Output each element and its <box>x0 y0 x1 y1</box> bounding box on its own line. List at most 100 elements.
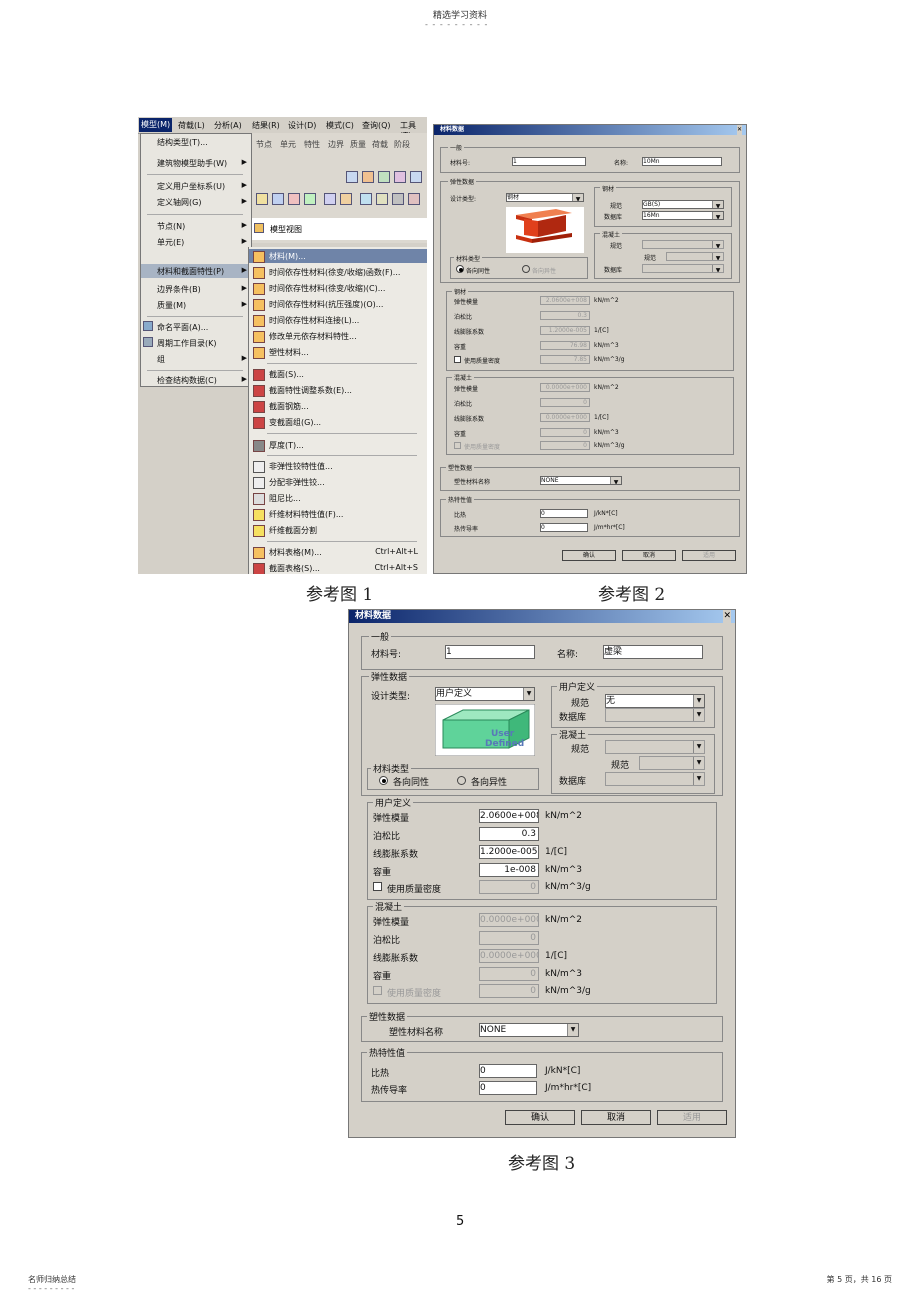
toolbar-icon[interactable] <box>288 193 300 205</box>
toolbar-icon[interactable] <box>324 193 336 205</box>
tab-property[interactable]: 特性 <box>304 139 320 150</box>
c-thermal-input[interactable]: 0.0000e+000 <box>479 949 539 963</box>
name-input[interactable]: 10Mn <box>642 157 722 166</box>
toolbar-icon[interactable] <box>362 171 374 183</box>
database-select[interactable]: 16Mn ▼ <box>642 211 724 220</box>
plastic-name-select[interactable]: NONE ▼ <box>540 476 622 485</box>
toolbar-icon[interactable] <box>392 193 404 205</box>
close-icon[interactable]: ✕ <box>723 610 731 623</box>
submenu-item-strength[interactable]: 时间依存性材料(抗压强度)(O)... <box>269 299 383 310</box>
menu-item-work-directory[interactable]: 周期工作目录(K) <box>157 338 217 349</box>
submenu-item-damping[interactable]: 阻尼比... <box>269 493 301 504</box>
c-use-mass-checkbox[interactable] <box>454 442 461 449</box>
menu-item-group[interactable]: 组 <box>157 354 165 365</box>
tab-mass[interactable]: 质量 <box>350 139 366 150</box>
tab-node[interactable]: 节点 <box>256 139 272 150</box>
submenu-item-link[interactable]: 时间依存性材料连接(L)... <box>269 315 359 326</box>
submenu-item-creep-function[interactable]: 时间依存性材料(徐变/收缩)函数(F)... <box>269 267 400 278</box>
submenu-item-modify[interactable]: 修改单元依存材料特性... <box>269 331 357 342</box>
toolbar-icon[interactable] <box>346 171 358 183</box>
menu-item-material-section[interactable]: 材料和截面特性(P) <box>157 266 224 277</box>
menu-item-named-plane[interactable]: 命名平面(A)... <box>157 322 208 333</box>
c-modulus-input[interactable]: 0.0000e+000 <box>540 383 590 392</box>
model-view-tab[interactable]: 模型视图 <box>250 218 427 240</box>
c-mass-input[interactable]: 0 <box>479 984 539 998</box>
submenu-item-thickness[interactable]: 厚度(T)... <box>269 440 304 451</box>
menu-item-boundary[interactable]: 边界条件(B) <box>157 284 201 295</box>
menu-item-user-coordinate[interactable]: 定义用户坐标系(U) <box>157 181 225 192</box>
toolbar-icon[interactable] <box>272 193 284 205</box>
cancel-button[interactable]: 取消 <box>622 550 676 561</box>
submenu-item-creep[interactable]: 时间依存性材料(徐变/收缩)(C)... <box>269 283 385 294</box>
tab-stage[interactable]: 阶段 <box>394 139 410 150</box>
modulus-input[interactable]: 2.0600e+008 <box>540 296 590 305</box>
ok-button[interactable]: 确认 <box>562 550 616 561</box>
submenu-item-fiber[interactable]: 纤维材料特性值(F)... <box>269 509 343 520</box>
toolbar-icon[interactable] <box>408 193 420 205</box>
design-type-select[interactable]: 用户定义 ▼ <box>435 687 535 701</box>
toolbar-icon[interactable] <box>256 193 268 205</box>
menu-item-structure-type[interactable]: 结构类型(T)... <box>157 137 208 148</box>
menu-item-element[interactable]: 单元(E) <box>157 237 184 248</box>
concrete-code-select[interactable]: ▼ <box>639 756 705 770</box>
tab-boundary[interactable]: 边界 <box>328 139 344 150</box>
menu-model[interactable]: 模型(M) <box>139 118 173 132</box>
menu-item-building-wizard[interactable]: 建筑物模型助手(W) <box>157 158 227 169</box>
close-icon[interactable]: ✕ <box>736 125 742 135</box>
cancel-button[interactable]: 取消 <box>581 1110 651 1125</box>
conductivity-input[interactable]: 0 <box>540 523 588 532</box>
submenu-item-tapered[interactable]: 变截面组(G)... <box>269 417 321 428</box>
menu-item-node[interactable]: 节点(N) <box>157 221 185 232</box>
toolbar-icon[interactable] <box>410 171 422 183</box>
specific-heat-input[interactable]: 0 <box>479 1064 537 1078</box>
toolbar-icon[interactable] <box>376 193 388 205</box>
submenu-item-material[interactable]: 材料(M)... <box>269 251 306 262</box>
menu-results[interactable]: 结果(R) <box>252 120 280 131</box>
design-type-select[interactable]: 钢材 ▼ <box>506 193 584 202</box>
submenu-item-section-table[interactable]: 截面表格(S)... <box>269 563 320 574</box>
isotropic-radio[interactable] <box>456 265 464 273</box>
submenu-item-plastic[interactable]: 塑性材料... <box>269 347 309 358</box>
weight-input[interactable]: 1e-008 <box>479 863 539 877</box>
menu-item-mass[interactable]: 质量(M) <box>157 300 186 311</box>
use-mass-checkbox[interactable] <box>454 356 461 363</box>
submenu-item-hinge[interactable]: 非弹性铰特性值... <box>269 461 333 472</box>
c-mass-input[interactable]: 0 <box>540 441 590 450</box>
poisson-input[interactable]: 0.3 <box>479 827 539 841</box>
concrete-database-select[interactable]: ▼ <box>642 264 724 273</box>
menu-analysis[interactable]: 分析(A) <box>214 120 242 131</box>
menu-item-check-data[interactable]: 检查结构数据(C) <box>157 375 217 386</box>
submenu-item-rebar[interactable]: 截面钢筋... <box>269 401 309 412</box>
apply-button[interactable]: 适用 <box>657 1110 727 1125</box>
conductivity-input[interactable]: 0 <box>479 1081 537 1095</box>
ok-button[interactable]: 确认 <box>505 1110 575 1125</box>
database-select[interactable]: ▼ <box>605 708 705 722</box>
isotropic-radio[interactable] <box>379 776 388 785</box>
c-poisson-input[interactable]: 0 <box>540 398 590 407</box>
concrete-standard-select[interactable]: ▼ <box>642 240 724 249</box>
anisotropic-radio[interactable] <box>457 776 466 785</box>
poisson-input[interactable]: 0.3 <box>540 311 590 320</box>
specific-heat-input[interactable]: 0 <box>540 509 588 518</box>
c-use-mass-checkbox[interactable] <box>373 986 382 995</box>
name-input[interactable]: 虚梁 <box>603 645 703 659</box>
material-no-input[interactable]: 1 <box>512 157 586 166</box>
standard-select[interactable]: GB(S) ▼ <box>642 200 724 209</box>
concrete-code-select[interactable]: ▼ <box>666 252 724 261</box>
weight-input[interactable]: 76.98 <box>540 341 590 350</box>
toolbar-icon[interactable] <box>304 193 316 205</box>
apply-button[interactable]: 适用 <box>682 550 736 561</box>
mass-input[interactable]: 7.85 <box>540 355 590 364</box>
tab-element[interactable]: 单元 <box>280 139 296 150</box>
submenu-item-assign-hinge[interactable]: 分配非弹性铰... <box>269 477 325 488</box>
menu-design[interactable]: 设计(D) <box>288 120 316 131</box>
menu-mode[interactable]: 模式(C) <box>326 120 354 131</box>
submenu-item-section-factor[interactable]: 截面特性调整系数(E)... <box>269 385 352 396</box>
toolbar-icon[interactable] <box>394 171 406 183</box>
modulus-input[interactable]: 2.0600e+008 <box>479 809 539 823</box>
toolbar-icon[interactable] <box>340 193 352 205</box>
submenu-item-section[interactable]: 截面(S)... <box>269 369 304 380</box>
concrete-standard-select[interactable]: ▼ <box>605 740 705 754</box>
toolbar-icon[interactable] <box>378 171 390 183</box>
mass-input[interactable]: 0 <box>479 880 539 894</box>
